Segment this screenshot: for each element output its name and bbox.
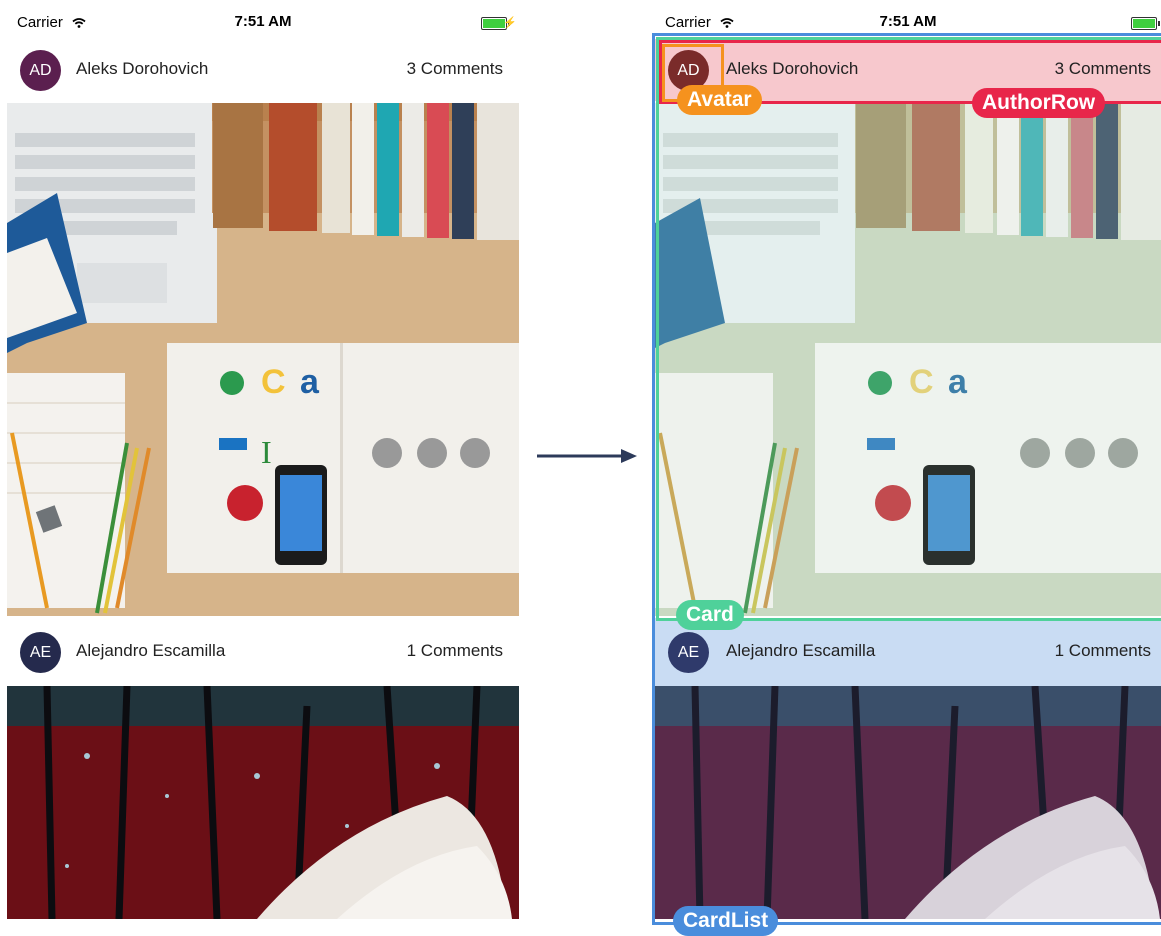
authorrow-label: AuthorRow xyxy=(972,88,1106,118)
paint-shoes-photo-image xyxy=(655,686,1161,919)
comments-count[interactable]: 1 Comments xyxy=(407,641,503,661)
svg-text:a: a xyxy=(300,363,320,401)
author-name: Alejandro Escamilla xyxy=(76,641,226,660)
clock: 7:51 AM xyxy=(879,13,937,30)
avatar[interactable]: AD xyxy=(20,50,61,91)
comments-count[interactable]: 3 Comments xyxy=(407,59,503,79)
transform-arrow-icon xyxy=(537,449,637,463)
desk-photo-image: C a I xyxy=(7,103,519,616)
post-photo[interactable]: C a I xyxy=(7,103,519,616)
post-photo[interactable] xyxy=(7,686,519,919)
phone-screen-original: Carrier 7:51 AM ⚡ AD Aleks Dorohovich 3 … xyxy=(7,8,519,919)
comments-count[interactable]: 3 Comments xyxy=(1055,59,1151,79)
svg-text:a: a xyxy=(948,363,968,401)
post-photo[interactable] xyxy=(655,686,1161,919)
post-photo[interactable]: C a xyxy=(655,103,1161,616)
author-name: Aleks Dorohovich xyxy=(76,59,209,78)
status-bar: Carrier 7:51 AM xyxy=(655,8,1161,38)
status-bar: Carrier 7:51 AM ⚡ xyxy=(7,8,519,38)
svg-text:I: I xyxy=(261,434,272,470)
svg-text:C: C xyxy=(261,363,286,401)
battery-icon xyxy=(1131,17,1160,30)
svg-text:C: C xyxy=(909,363,934,401)
author-row[interactable]: AD Aleks Dorohovich 3 Comments xyxy=(7,39,519,101)
author-name: Aleks Dorohovich xyxy=(726,59,859,78)
comments-count[interactable]: 1 Comments xyxy=(1055,641,1151,661)
desk-photo-image: C a xyxy=(655,103,1161,616)
charging-icon: ⚡ xyxy=(503,17,517,29)
author-name: Alejandro Escamilla xyxy=(726,641,876,660)
card-label: Card xyxy=(676,600,744,630)
cardlist-label: CardList xyxy=(673,906,779,936)
clock: 7:51 AM xyxy=(234,13,292,30)
author-row[interactable]: AE Alejandro Escamilla 1 Comments xyxy=(7,618,519,686)
avatar[interactable]: AE xyxy=(20,632,61,673)
avatar[interactable]: AE xyxy=(668,632,709,673)
phone-screen-annotated: Carrier 7:51 AM AD Aleks Dorohovich 3 Co… xyxy=(655,8,1161,919)
paint-shoes-photo-image xyxy=(7,686,519,919)
avatar-label: Avatar xyxy=(677,85,762,115)
